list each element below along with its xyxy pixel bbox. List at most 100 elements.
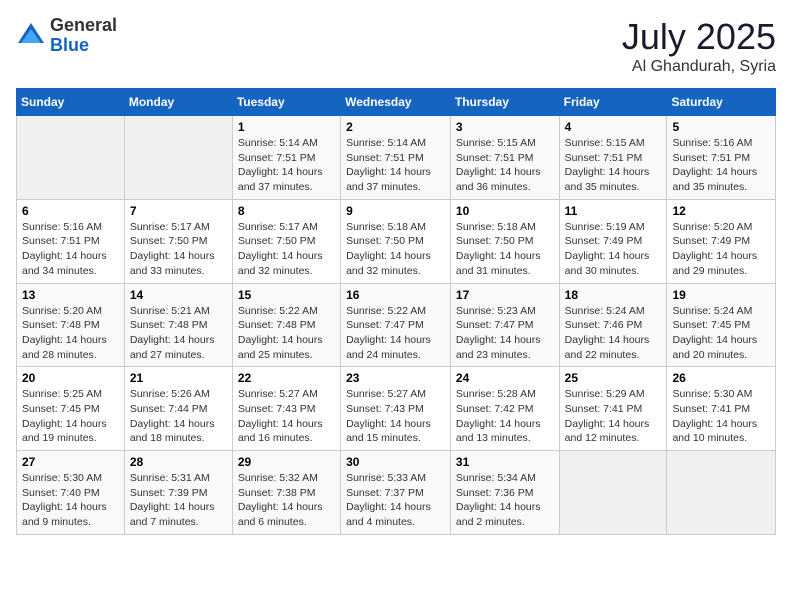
day-info: Sunrise: 5:24 AMSunset: 7:45 PMDaylight:… <box>672 304 770 363</box>
calendar-cell: 24 Sunrise: 5:28 AMSunset: 7:42 PMDayligh… <box>450 367 559 451</box>
logo-general-text: General <box>50 15 117 35</box>
day-number: 3 <box>456 120 554 134</box>
calendar-cell: 29 Sunrise: 5:32 AMSunset: 7:38 PMDayligh… <box>232 451 340 535</box>
calendar-cell: 28Sunrise: 5:31 AMSunset: 7:39 PMDayligh… <box>124 451 232 535</box>
location: Al Ghandurah, Syria <box>622 58 776 76</box>
day-number: 7 <box>130 204 227 218</box>
day-number: 8 <box>238 204 335 218</box>
day-info: Sunrise: 5:18 AMSunset: 7:50 PMDaylight:… <box>346 220 445 279</box>
calendar-cell: 31 Sunrise: 5:34 AMSunset: 7:36 PMDayligh… <box>450 451 559 535</box>
day-number: 9 <box>346 204 445 218</box>
day-number: 23 <box>346 371 445 385</box>
calendar-cell: 2 Sunrise: 5:14 AMSunset: 7:51 PMDaylight… <box>341 116 451 200</box>
weekday-header: Monday <box>124 89 232 116</box>
day-info: Sunrise: 5:33 AMSunset: 7:37 PMDaylight:… <box>346 471 445 530</box>
day-info: Sunrise: 5:20 AMSunset: 7:49 PMDaylight:… <box>672 220 770 279</box>
day-number: 13 <box>22 288 119 302</box>
calendar-cell: 3 Sunrise: 5:15 AMSunset: 7:51 PMDaylight… <box>450 116 559 200</box>
calendar-cell: 9 Sunrise: 5:18 AMSunset: 7:50 PMDaylight… <box>341 199 451 283</box>
day-number: 24 <box>456 371 554 385</box>
calendar-week-row: 6Sunrise: 5:16 AMSunset: 7:51 PMDaylight… <box>17 199 776 283</box>
calendar-cell: 13 Sunrise: 5:20 AMSunset: 7:48 PMDayligh… <box>17 283 125 367</box>
day-info: Sunrise: 5:27 AMSunset: 7:43 PMDaylight:… <box>238 387 335 446</box>
weekday-header: Thursday <box>450 89 559 116</box>
day-number: 10 <box>456 204 554 218</box>
calendar-week-row: 27 Sunrise: 5:30 AMSunset: 7:40 PMDayligh… <box>17 451 776 535</box>
day-number: 22 <box>238 371 335 385</box>
day-info: Sunrise: 5:23 AMSunset: 7:47 PMDaylight:… <box>456 304 554 363</box>
calendar-cell <box>17 116 125 200</box>
calendar-cell: 17 Sunrise: 5:23 AMSunset: 7:47 PMDayligh… <box>450 283 559 367</box>
calendar-cell: 11 Sunrise: 5:19 AMSunset: 7:49 PMDayligh… <box>559 199 667 283</box>
day-info: Sunrise: 5:19 AMSunset: 7:49 PMDaylight:… <box>565 220 662 279</box>
weekday-header: Sunday <box>17 89 125 116</box>
calendar-cell: 27 Sunrise: 5:30 AMSunset: 7:40 PMDayligh… <box>17 451 125 535</box>
day-info: Sunrise: 5:17 AMSunset: 7:50 PMDaylight:… <box>238 220 335 279</box>
calendar-cell: 30 Sunrise: 5:33 AMSunset: 7:37 PMDayligh… <box>341 451 451 535</box>
calendar-cell: 7 Sunrise: 5:17 AMSunset: 7:50 PMDaylight… <box>124 199 232 283</box>
calendar-cell: 23 Sunrise: 5:27 AMSunset: 7:43 PMDayligh… <box>341 367 451 451</box>
day-info: Sunrise: 5:30 AMSunset: 7:41 PMDaylight:… <box>672 387 770 446</box>
calendar-cell: 22 Sunrise: 5:27 AMSunset: 7:43 PMDayligh… <box>232 367 340 451</box>
title-block: July 2025 Al Ghandurah, Syria <box>622 16 776 76</box>
calendar-cell: 18Sunrise: 5:24 AMSunset: 7:46 PMDayligh… <box>559 283 667 367</box>
calendar-week-row: 1 Sunrise: 5:14 AMSunset: 7:51 PMDaylight… <box>17 116 776 200</box>
day-number: 15 <box>238 288 335 302</box>
day-number: 20 <box>22 371 119 385</box>
day-number: 4 <box>565 120 662 134</box>
day-number: 14 <box>130 288 227 302</box>
day-info: Sunrise: 5:30 AMSunset: 7:40 PMDaylight:… <box>22 471 119 530</box>
calendar-cell: 6Sunrise: 5:16 AMSunset: 7:51 PMDaylight… <box>17 199 125 283</box>
weekday-header: Wednesday <box>341 89 451 116</box>
logo-blue-text: Blue <box>50 35 89 55</box>
calendar-cell: 14 Sunrise: 5:21 AMSunset: 7:48 PMDayligh… <box>124 283 232 367</box>
calendar-cell: 16Sunrise: 5:22 AMSunset: 7:47 PMDayligh… <box>341 283 451 367</box>
weekday-header: Saturday <box>667 89 776 116</box>
calendar-week-row: 13 Sunrise: 5:20 AMSunset: 7:48 PMDayligh… <box>17 283 776 367</box>
day-info: Sunrise: 5:22 AMSunset: 7:47 PMDaylight:… <box>346 304 445 363</box>
calendar-cell: 25Sunrise: 5:29 AMSunset: 7:41 PMDayligh… <box>559 367 667 451</box>
day-number: 31 <box>456 455 554 469</box>
day-number: 1 <box>238 120 335 134</box>
day-info: Sunrise: 5:14 AMSunset: 7:51 PMDaylight:… <box>346 136 445 195</box>
day-info: Sunrise: 5:32 AMSunset: 7:38 PMDaylight:… <box>238 471 335 530</box>
day-info: Sunrise: 5:14 AMSunset: 7:51 PMDaylight:… <box>238 136 335 195</box>
calendar-cell: 1 Sunrise: 5:14 AMSunset: 7:51 PMDaylight… <box>232 116 340 200</box>
day-info: Sunrise: 5:34 AMSunset: 7:36 PMDaylight:… <box>456 471 554 530</box>
day-info: Sunrise: 5:20 AMSunset: 7:48 PMDaylight:… <box>22 304 119 363</box>
day-number: 5 <box>672 120 770 134</box>
month-year: July 2025 <box>622 16 776 58</box>
day-number: 30 <box>346 455 445 469</box>
day-info: Sunrise: 5:21 AMSunset: 7:48 PMDaylight:… <box>130 304 227 363</box>
day-number: 19 <box>672 288 770 302</box>
day-number: 27 <box>22 455 119 469</box>
day-number: 11 <box>565 204 662 218</box>
calendar-table: SundayMondayTuesdayWednesdayThursdayFrid… <box>16 88 776 535</box>
day-info: Sunrise: 5:17 AMSunset: 7:50 PMDaylight:… <box>130 220 227 279</box>
day-number: 28 <box>130 455 227 469</box>
day-number: 12 <box>672 204 770 218</box>
day-number: 2 <box>346 120 445 134</box>
calendar-week-row: 20 Sunrise: 5:25 AMSunset: 7:45 PMDayligh… <box>17 367 776 451</box>
calendar-cell: 8 Sunrise: 5:17 AMSunset: 7:50 PMDaylight… <box>232 199 340 283</box>
day-info: Sunrise: 5:22 AMSunset: 7:48 PMDaylight:… <box>238 304 335 363</box>
day-info: Sunrise: 5:27 AMSunset: 7:43 PMDaylight:… <box>346 387 445 446</box>
day-info: Sunrise: 5:15 AMSunset: 7:51 PMDaylight:… <box>456 136 554 195</box>
day-info: Sunrise: 5:15 AMSunset: 7:51 PMDaylight:… <box>565 136 662 195</box>
calendar-cell <box>124 116 232 200</box>
day-number: 18 <box>565 288 662 302</box>
day-info: Sunrise: 5:29 AMSunset: 7:41 PMDaylight:… <box>565 387 662 446</box>
logo-icon <box>16 21 46 51</box>
calendar-cell: 26Sunrise: 5:30 AMSunset: 7:41 PMDayligh… <box>667 367 776 451</box>
calendar-cell: 4 Sunrise: 5:15 AMSunset: 7:51 PMDaylight… <box>559 116 667 200</box>
calendar-cell <box>559 451 667 535</box>
day-info: Sunrise: 5:28 AMSunset: 7:42 PMDaylight:… <box>456 387 554 446</box>
day-number: 29 <box>238 455 335 469</box>
calendar-cell: 5Sunrise: 5:16 AMSunset: 7:51 PMDaylight… <box>667 116 776 200</box>
calendar-cell <box>667 451 776 535</box>
calendar-cell: 10Sunrise: 5:18 AMSunset: 7:50 PMDayligh… <box>450 199 559 283</box>
weekday-header: Friday <box>559 89 667 116</box>
day-info: Sunrise: 5:25 AMSunset: 7:45 PMDaylight:… <box>22 387 119 446</box>
day-info: Sunrise: 5:16 AMSunset: 7:51 PMDaylight:… <box>22 220 119 279</box>
day-number: 17 <box>456 288 554 302</box>
